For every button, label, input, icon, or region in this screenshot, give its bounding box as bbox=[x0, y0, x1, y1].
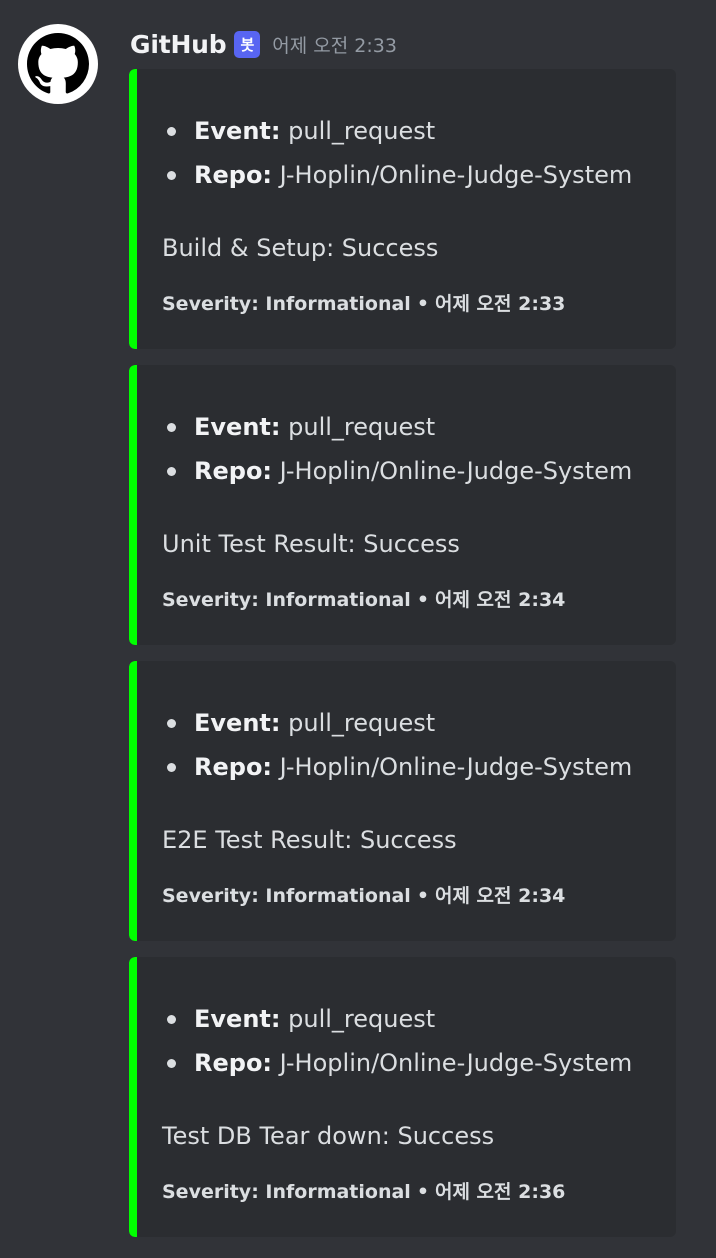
embed-field-event: Event: pull_request bbox=[162, 405, 632, 449]
field-key: Event: bbox=[194, 709, 281, 737]
field-key: Repo: bbox=[194, 1049, 273, 1077]
field-value: pull_request bbox=[288, 709, 436, 737]
bullet-icon bbox=[167, 127, 176, 136]
avatar[interactable] bbox=[18, 24, 98, 104]
field-key: Repo: bbox=[194, 161, 273, 189]
embed-field-repo: Repo: J-Hoplin/Online-Judge-System bbox=[162, 1041, 632, 1085]
embed-field-list: Event: pull_request Repo: J-Hoplin/Onlin… bbox=[162, 701, 632, 789]
embed-footer: Severity: Informational • 어제 오전 2:34 bbox=[162, 585, 565, 612]
bullet-icon bbox=[167, 763, 176, 772]
field-key: Event: bbox=[194, 413, 281, 441]
footer-timestamp: 어제 오전 2:34 bbox=[434, 885, 566, 907]
bullet-icon bbox=[167, 423, 176, 432]
bullet-icon bbox=[167, 171, 176, 180]
embed-color-bar bbox=[129, 69, 137, 349]
bullet-icon bbox=[167, 467, 176, 476]
footer-text: Severity: Informational bbox=[162, 293, 411, 315]
embed-field-list: Event: pull_request Repo: J-Hoplin/Onlin… bbox=[162, 109, 632, 197]
embed-footer: Severity: Informational • 어제 오전 2:34 bbox=[162, 881, 565, 908]
field-key: Event: bbox=[194, 117, 281, 145]
footer-separator: • bbox=[416, 589, 429, 611]
footer-timestamp: 어제 오전 2:36 bbox=[434, 1181, 566, 1203]
embed-field-event: Event: pull_request bbox=[162, 701, 632, 745]
field-value: J-Hoplin/Online-Judge-System bbox=[279, 753, 633, 781]
field-key: Repo: bbox=[194, 457, 273, 485]
embed-card: Event: pull_request Repo: J-Hoplin/Onlin… bbox=[129, 957, 676, 1237]
embed-description: Test DB Tear down: Success bbox=[162, 1122, 495, 1150]
footer-timestamp: 어제 오전 2:34 bbox=[434, 589, 566, 611]
chat-message: GitHub 봇 어제 오전 2:33 Event: pull_request … bbox=[0, 0, 716, 1258]
footer-text: Severity: Informational bbox=[162, 885, 411, 907]
embed-field-repo: Repo: J-Hoplin/Online-Judge-System bbox=[162, 745, 632, 789]
embed-field-list: Event: pull_request Repo: J-Hoplin/Onlin… bbox=[162, 997, 632, 1085]
field-key: Repo: bbox=[194, 753, 273, 781]
message-timestamp[interactable]: 어제 오전 2:33 bbox=[272, 31, 397, 58]
embed-card: Event: pull_request Repo: J-Hoplin/Onlin… bbox=[129, 661, 676, 941]
bullet-icon bbox=[167, 1059, 176, 1068]
field-value: pull_request bbox=[288, 117, 436, 145]
footer-text: Severity: Informational bbox=[162, 589, 411, 611]
embed-color-bar bbox=[129, 661, 137, 941]
bot-tag: 봇 bbox=[234, 30, 261, 58]
embed-card: Event: pull_request Repo: J-Hoplin/Onlin… bbox=[129, 69, 676, 349]
footer-text: Severity: Informational bbox=[162, 1181, 411, 1203]
field-value: pull_request bbox=[288, 1005, 436, 1033]
embed-field-event: Event: pull_request bbox=[162, 109, 632, 153]
embed-field-event: Event: pull_request bbox=[162, 997, 632, 1041]
message-header: GitHub 봇 어제 오전 2:33 bbox=[130, 26, 397, 62]
embed-footer: Severity: Informational • 어제 오전 2:36 bbox=[162, 1177, 565, 1204]
embed-description: E2E Test Result: Success bbox=[162, 826, 457, 854]
footer-separator: • bbox=[416, 885, 429, 907]
github-icon bbox=[27, 33, 89, 94]
embed-description: Build & Setup: Success bbox=[162, 234, 439, 262]
field-value: J-Hoplin/Online-Judge-System bbox=[279, 161, 633, 189]
embed-field-list: Event: pull_request Repo: J-Hoplin/Onlin… bbox=[162, 405, 632, 493]
embed-card: Event: pull_request Repo: J-Hoplin/Onlin… bbox=[129, 365, 676, 645]
footer-separator: • bbox=[416, 293, 429, 315]
embed-color-bar bbox=[129, 365, 137, 645]
field-value: J-Hoplin/Online-Judge-System bbox=[279, 457, 633, 485]
footer-timestamp: 어제 오전 2:33 bbox=[434, 293, 566, 315]
field-value: J-Hoplin/Online-Judge-System bbox=[279, 1049, 633, 1077]
bullet-icon bbox=[167, 1015, 176, 1024]
field-key: Event: bbox=[194, 1005, 281, 1033]
field-value: pull_request bbox=[288, 413, 436, 441]
bullet-icon bbox=[167, 719, 176, 728]
embed-footer: Severity: Informational • 어제 오전 2:33 bbox=[162, 289, 565, 316]
footer-separator: • bbox=[416, 1181, 429, 1203]
embed-description: Unit Test Result: Success bbox=[162, 530, 460, 558]
embed-color-bar bbox=[129, 957, 137, 1237]
embed-field-repo: Repo: J-Hoplin/Online-Judge-System bbox=[162, 449, 632, 493]
author-name[interactable]: GitHub bbox=[130, 30, 227, 59]
embed-field-repo: Repo: J-Hoplin/Online-Judge-System bbox=[162, 153, 632, 197]
